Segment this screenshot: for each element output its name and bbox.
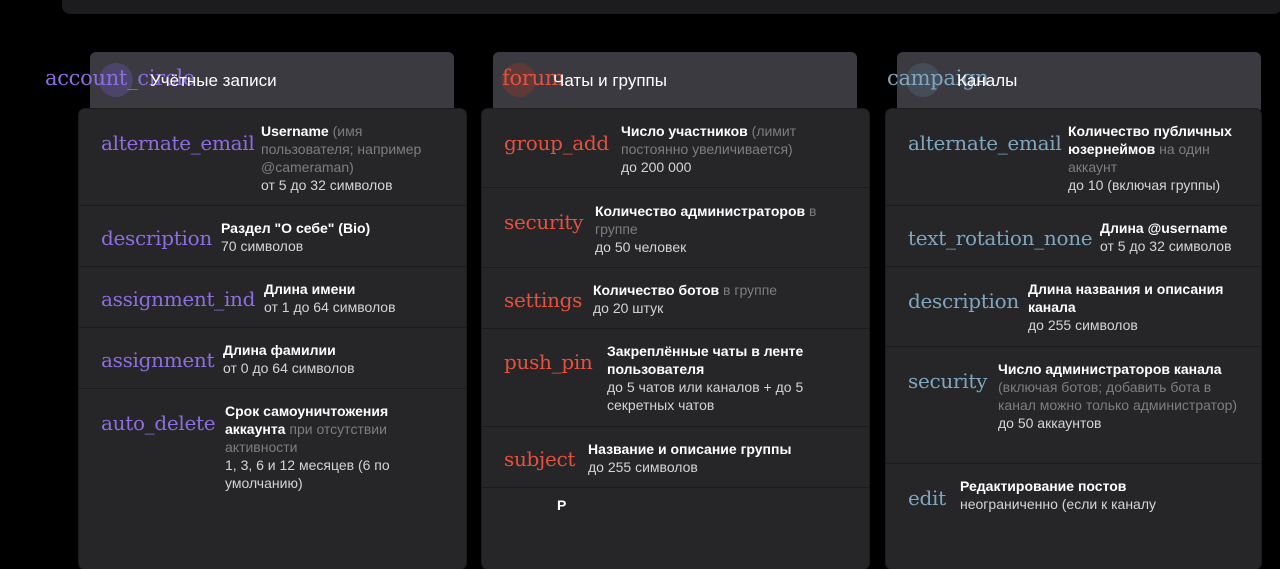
security-icon: security xyxy=(908,369,988,393)
list-item: description Длина названия и описания ка… xyxy=(886,266,1261,347)
top-panel xyxy=(62,0,1280,14)
column-header: forum Чаты и группы xyxy=(493,52,857,110)
list-item: text_rotation_none Длина @username от 5 … xyxy=(886,205,1261,267)
item-value: 1, 3, 6 и 12 месяцев (6 по умолчанию) xyxy=(225,457,390,491)
item-title: Редактирование постов xyxy=(960,478,1127,494)
item-value: до 10 (включая группы) xyxy=(1068,177,1221,193)
list-item: alternate_email Username (имя пользовате… xyxy=(79,109,466,205)
item-title: Длина названия и описания канала xyxy=(1028,281,1224,315)
alternate-email-icon: alternate_email xyxy=(908,131,1062,155)
item-note: (включая ботов; добавить бота в канал мо… xyxy=(998,379,1238,413)
description-icon: description xyxy=(908,289,1019,313)
item-title: Число участников xyxy=(621,123,748,139)
list-item: security Количество администраторов в гр… xyxy=(482,187,869,268)
limits-card: group_add Число участников (лимит постоя… xyxy=(482,109,869,569)
list-item: assignment_ind Длина имени от 1 до 64 си… xyxy=(79,266,466,328)
item-note: в группе xyxy=(719,282,778,298)
list-item: Р xyxy=(482,487,869,569)
list-item: push_pin Закреплённые чаты в ленте польз… xyxy=(482,328,869,427)
item-title: Длина фамилии xyxy=(223,342,336,358)
column-title: Чаты и группы xyxy=(553,71,667,90)
item-title: Название и описание группы xyxy=(588,441,792,457)
item-value: неограниченно (если к каналу xyxy=(960,496,1156,512)
item-value: от 1 до 64 символов xyxy=(264,299,396,315)
column-header: account_circle Учётные записи xyxy=(45,52,454,110)
item-value: до 5 чатов или каналов + до 5 секретных … xyxy=(607,379,804,413)
list-item: alternate_email Количество публичных юзе… xyxy=(886,109,1261,205)
list-item: edit Редактирование постов неограниченно… xyxy=(886,463,1261,569)
item-title: Число администраторов канала xyxy=(998,361,1222,377)
column-title: Учётные записи xyxy=(150,71,277,90)
list-item: subject Название и описание группы до 25… xyxy=(482,426,869,488)
item-value: до 255 символов xyxy=(588,459,698,475)
item-title: Закреплённые чаты в ленте пользователя xyxy=(607,343,804,377)
list-item: auto_delete Срок самоуничтожения аккаунт… xyxy=(79,388,466,569)
settings-icon: settings xyxy=(504,288,583,312)
item-value: от 5 до 32 символов xyxy=(1100,238,1232,254)
assignment-icon: assignment xyxy=(101,348,215,372)
list-item: security Число администраторов канала (в… xyxy=(886,346,1261,464)
list-item: assignment Длина фамилии от 0 до 64 симв… xyxy=(79,327,466,389)
item-title: Длина @username xyxy=(1100,220,1228,236)
item-value: до 255 символов xyxy=(1028,317,1138,333)
assignment-ind-icon: assignment_ind xyxy=(101,287,256,311)
item-value: до 200 000 xyxy=(621,159,692,175)
item-value: до 50 человек xyxy=(595,239,687,255)
column-header: campaign Каналы xyxy=(887,52,1261,110)
limits-card: alternate_email Username (имя пользовате… xyxy=(79,109,466,569)
alternate-email-icon: alternate_email xyxy=(101,131,255,155)
item-title: Количество администраторов xyxy=(595,203,806,219)
security-icon: security xyxy=(504,210,584,234)
edit-icon: edit xyxy=(908,486,946,510)
push-pin-icon: push_pin xyxy=(504,350,593,374)
limits-card: alternate_email Количество публичных юзе… xyxy=(886,109,1261,569)
item-value: от 5 до 32 символов xyxy=(261,177,393,193)
text-rotation-none-icon: text_rotation_none xyxy=(908,226,1093,250)
subject-icon: subject xyxy=(504,447,576,471)
list-item: description Раздел "О себе" (Bio) 70 сим… xyxy=(79,205,466,267)
item-value: от 0 до 64 символов xyxy=(223,360,355,376)
auto-delete-icon: auto_delete xyxy=(101,411,216,435)
item-title: Р xyxy=(557,497,567,513)
group-add-icon: group_add xyxy=(504,131,609,155)
list-item: group_add Число участников (лимит постоя… xyxy=(482,109,869,187)
item-value: до 20 штук xyxy=(593,300,664,316)
list-item: settings Количество ботов в группе до 20… xyxy=(482,267,869,329)
item-value: до 50 аккаунтов xyxy=(998,415,1102,431)
item-value: 70 символов xyxy=(221,238,304,254)
item-title: Количество ботов xyxy=(593,282,720,298)
description-icon: description xyxy=(101,226,212,250)
column-title: Каналы xyxy=(957,71,1018,90)
item-title: Username xyxy=(261,123,329,139)
item-title: Длина имени xyxy=(264,281,356,297)
item-title: Раздел "О себе" (Bio) xyxy=(221,220,371,236)
